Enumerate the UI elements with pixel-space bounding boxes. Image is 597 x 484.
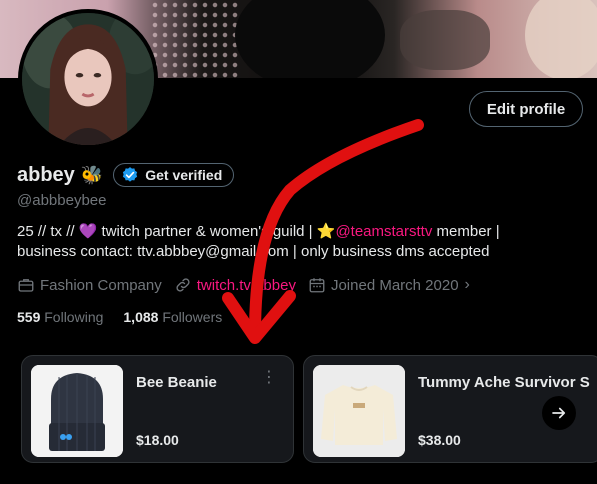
bio-line-2: business contact: ttv.abbbey@gmail.com |… (17, 243, 490, 260)
star-emoji: ⭐ (316, 223, 336, 240)
link-icon (176, 278, 190, 292)
avatar[interactable] (18, 9, 158, 149)
bio-line-1: 25 // tx // 💜 twitch partner & women's g… (17, 222, 587, 242)
profile-bio: 25 // tx // 💜 twitch partner & women's g… (17, 222, 587, 262)
carousel-next-button[interactable] (542, 396, 576, 430)
product-title: Tummy Ache Survivor S (418, 374, 590, 391)
shop-item-card[interactable]: Bee Beanie ⋮ $18.00 (21, 355, 294, 463)
shop-carousel: Bee Beanie ⋮ $18.00 Tummy Ache Survivor … (17, 355, 597, 463)
verified-badge-icon (123, 167, 138, 182)
edit-profile-button[interactable]: Edit profile (469, 91, 583, 127)
bio-text: twitch partner & women's guild | (97, 223, 317, 240)
followers-label: Followers (162, 309, 223, 325)
more-options-icon[interactable]: ⋮ (261, 370, 277, 386)
following-link[interactable]: 559 Following (17, 309, 103, 325)
banner-dark-shape (235, 0, 385, 78)
product-image (313, 365, 405, 457)
bee-emoji: 🐝 (80, 165, 104, 185)
following-label: Following (44, 309, 104, 325)
product-price: $38.00 (418, 432, 461, 448)
product-title: Bee Beanie (136, 374, 217, 391)
followers-count: 1,088 (123, 309, 159, 325)
followers-link[interactable]: 1,088 Followers (123, 309, 222, 325)
category-label: Fashion Company (40, 276, 162, 294)
banner-shape (400, 10, 490, 70)
joined-label: Joined March 2020 (330, 276, 459, 294)
calendar-icon (309, 278, 325, 293)
website-item[interactable]: twitch.tv/abbey (174, 276, 296, 294)
product-price: $18.00 (136, 432, 179, 448)
chevron-right-icon[interactable]: › (465, 276, 470, 294)
get-verified-label: Get verified (145, 167, 223, 183)
get-verified-button[interactable]: Get verified (113, 163, 235, 187)
banner-pattern (150, 0, 240, 78)
briefcase-icon (18, 279, 34, 292)
banner-light-shape (525, 0, 597, 78)
profile-meta: Fashion Company twitch.tv/abbey Joined M… (17, 276, 482, 294)
display-name: abbey (17, 163, 75, 186)
follow-stats: 559 Following 1,088 Followers (17, 309, 242, 325)
user-handle: @abbbeybee (17, 192, 107, 209)
website-link[interactable]: twitch.tv/abbey (197, 277, 296, 294)
sweatshirt-image (313, 365, 405, 457)
product-image (31, 365, 123, 457)
name-row: abbey 🐝 Get verified (17, 163, 235, 187)
category-item: Fashion Company (17, 276, 162, 294)
joined-item[interactable]: Joined March 2020 › (308, 276, 470, 294)
purple-heart-emoji: 💜 (78, 223, 98, 240)
bio-text: member | (432, 223, 500, 240)
avatar-photo (22, 13, 154, 145)
arrow-right-icon (552, 407, 566, 419)
following-count: 559 (17, 309, 41, 325)
mention-link[interactable]: @teamstarsttv (335, 223, 432, 240)
bio-text: 25 // tx // (17, 223, 79, 240)
beanie-image (31, 365, 123, 457)
